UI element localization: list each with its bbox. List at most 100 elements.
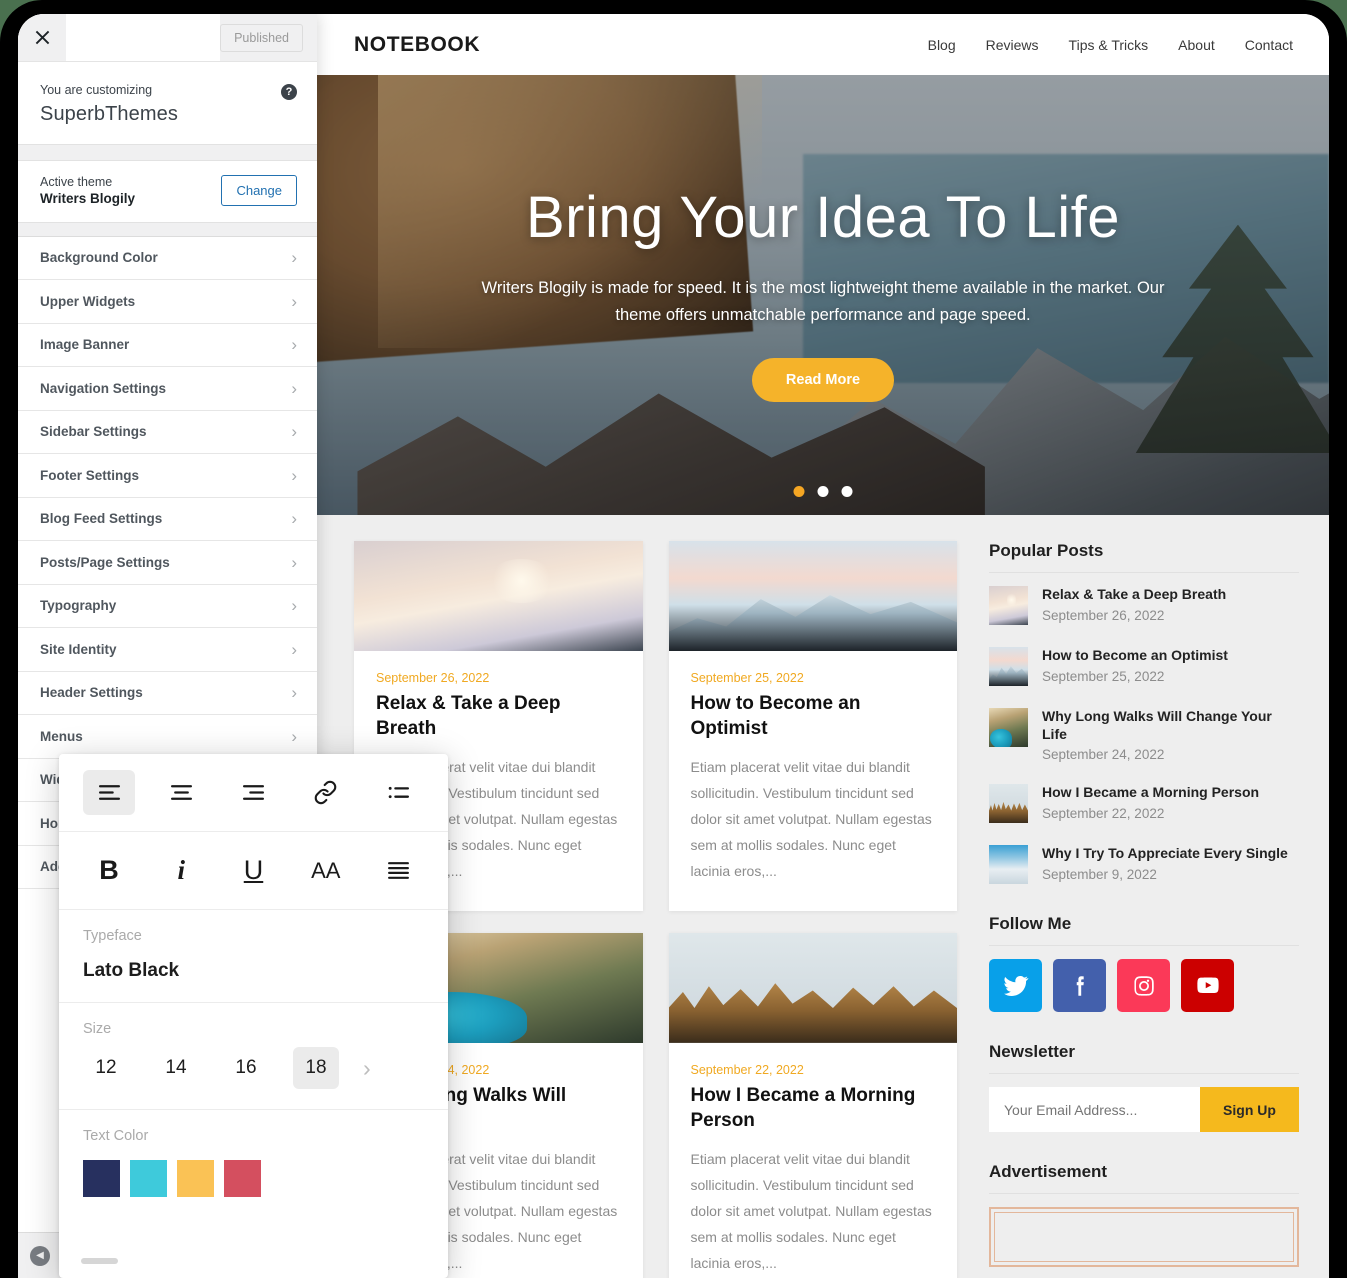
popular-post-title[interactable]: How I Became a Morning Person	[1042, 784, 1259, 802]
twitter-icon[interactable]	[989, 959, 1042, 1012]
size-option-16[interactable]: 16	[223, 1047, 269, 1089]
color-swatch-red[interactable]	[224, 1160, 261, 1197]
popup-scrollbar[interactable]	[81, 1258, 118, 1264]
post-date: September 26, 2022	[376, 671, 490, 685]
popular-post-item[interactable]: Relax & Take a Deep Breath September 26,…	[989, 586, 1299, 625]
sidebar-item-posts-page-settings[interactable]: Posts/Page Settings ›	[18, 541, 317, 585]
popular-post-item[interactable]: Why Long Walks Will Change Your Life Sep…	[989, 708, 1299, 762]
size-next-icon[interactable]: ›	[363, 1055, 371, 1082]
chevron-right-icon: ›	[291, 465, 297, 485]
typeface-value[interactable]: Lato Black	[83, 960, 424, 982]
browser-screen: NOTEBOOK Blog Reviews Tips & Tricks Abou…	[18, 14, 1329, 1278]
size-option-18[interactable]: 18	[293, 1047, 339, 1089]
customizer-header: You are customizing SuperbThemes ?	[18, 62, 317, 145]
sidebar-item-upper-widgets[interactable]: Upper Widgets ›	[18, 280, 317, 324]
color-swatch-cyan[interactable]	[130, 1160, 167, 1197]
size-option-12[interactable]: 12	[83, 1047, 129, 1089]
align-right-icon[interactable]	[228, 770, 280, 815]
line-height-icon[interactable]	[372, 848, 424, 893]
newsletter-email-input[interactable]	[989, 1087, 1200, 1132]
alignment-toolbar	[59, 754, 448, 832]
popular-post-title[interactable]: How to Become an Optimist	[1042, 647, 1228, 665]
text-color-label: Text Color	[83, 1128, 149, 1144]
newsletter-heading: Newsletter	[989, 1042, 1299, 1074]
post-title[interactable]: How to Become an Optimist	[691, 692, 936, 741]
chevron-right-icon: ›	[291, 639, 297, 659]
sidebar-item-sidebar-settings[interactable]: Sidebar Settings ›	[18, 410, 317, 454]
instagram-icon[interactable]	[1117, 959, 1170, 1012]
post-thumbnail	[668, 932, 957, 1043]
follow-me-widget: Follow Me	[989, 914, 1299, 1012]
close-icon[interactable]	[18, 14, 66, 61]
nav-item-blog[interactable]: Blog	[928, 37, 956, 53]
customizer-divider	[18, 144, 317, 161]
popular-post-item[interactable]: How to Become an Optimist September 25, …	[989, 647, 1299, 686]
site-header: NOTEBOOK Blog Reviews Tips & Tricks Abou…	[317, 14, 1329, 75]
popular-post-item[interactable]: How I Became a Morning Person September …	[989, 784, 1299, 823]
post-title[interactable]: How I Became a Morning Person	[691, 1084, 936, 1133]
nav-item-tips-tricks[interactable]: Tips & Tricks	[1069, 37, 1149, 53]
post-card[interactable]: September 25, 2022 How to Become an Opti…	[668, 541, 957, 911]
chevron-right-icon: ›	[291, 596, 297, 616]
help-icon[interactable]: ?	[281, 84, 297, 100]
popular-post-title[interactable]: Relax & Take a Deep Breath	[1042, 586, 1226, 604]
color-swatch-navy[interactable]	[83, 1160, 120, 1197]
change-theme-button[interactable]: Change	[221, 174, 297, 206]
popular-post-item[interactable]: Why I Try To Appreciate Every Single Sep…	[989, 845, 1299, 884]
carousel-dot-2[interactable]	[817, 486, 829, 497]
bullet-list-icon[interactable]	[372, 770, 424, 815]
sidebar-item-blog-feed-settings[interactable]: Blog Feed Settings ›	[18, 497, 317, 541]
link-icon[interactable]	[300, 770, 352, 815]
text-case-icon[interactable]: AA	[300, 848, 352, 893]
sidebar-item-navigation-settings[interactable]: Navigation Settings ›	[18, 367, 317, 411]
device-frame: NOTEBOOK Blog Reviews Tips & Tricks Abou…	[0, 0, 1347, 1278]
sidebar-item-header-settings[interactable]: Header Settings ›	[18, 671, 317, 715]
popular-post-title[interactable]: Why I Try To Appreciate Every Single	[1042, 845, 1288, 863]
post-title[interactable]: Relax & Take a Deep Breath	[376, 692, 621, 741]
format-toolbar: B i U AA	[59, 832, 448, 910]
sidebar-item-footer-settings[interactable]: Footer Settings ›	[18, 454, 317, 498]
site-sidebar: Popular Posts Relax & Take a Deep Breath…	[989, 541, 1299, 1278]
sidebar-item-typography[interactable]: Typography ›	[18, 584, 317, 628]
active-theme-label: Active theme	[40, 174, 113, 189]
nav-item-contact[interactable]: Contact	[1245, 37, 1293, 53]
chevron-right-icon: ›	[291, 683, 297, 703]
carousel-dot-3[interactable]	[841, 486, 853, 497]
newsletter-signup-button[interactable]: Sign Up	[1200, 1087, 1299, 1132]
align-center-icon[interactable]	[155, 770, 207, 815]
chevron-right-icon: ›	[291, 422, 297, 442]
align-left-icon[interactable]	[83, 770, 135, 815]
post-card[interactable]: September 22, 2022 How I Became a Mornin…	[668, 932, 957, 1278]
collapse-sidebar-button[interactable]: ◀	[18, 1233, 62, 1278]
color-swatch-yellow[interactable]	[177, 1160, 214, 1197]
post-thumbnail	[668, 541, 957, 651]
size-option-14[interactable]: 14	[153, 1047, 199, 1089]
italic-icon[interactable]: i	[155, 848, 207, 893]
facebook-icon[interactable]	[1053, 959, 1106, 1012]
nav-item-reviews[interactable]: Reviews	[986, 37, 1039, 53]
size-section: Size 12 14 16 18 ›	[59, 1003, 448, 1110]
sidebar-item-background-color[interactable]: Background Color ›	[18, 236, 317, 280]
sidebar-item-site-identity[interactable]: Site Identity ›	[18, 628, 317, 672]
carousel-dot-1[interactable]	[793, 486, 805, 497]
newsletter-widget: Newsletter Sign Up	[989, 1042, 1299, 1132]
post-date: September 22, 2022	[690, 1062, 804, 1077]
site-logo[interactable]: NOTEBOOK	[354, 33, 480, 57]
hero-read-more-button[interactable]: Read More	[751, 357, 895, 402]
post-date: September 25, 2022	[690, 671, 804, 685]
sidebar-item-menus[interactable]: Menus ›	[18, 715, 317, 759]
bold-icon[interactable]: B	[83, 848, 135, 893]
popular-post-date: September 25, 2022	[1042, 668, 1165, 684]
underline-icon[interactable]: U	[228, 848, 280, 893]
sidebar-item-image-banner[interactable]: Image Banner ›	[18, 323, 317, 367]
active-theme-row: Active theme Writers Blogily Change	[18, 161, 317, 223]
site-navigation: Blog Reviews Tips & Tricks About Contact	[928, 37, 1293, 53]
popular-post-title[interactable]: Why Long Walks Will Change Your Life	[1042, 708, 1299, 743]
nav-item-about[interactable]: About	[1178, 37, 1215, 53]
advertisement-box[interactable]	[989, 1207, 1299, 1267]
youtube-icon[interactable]	[1181, 959, 1234, 1012]
popular-post-thumbnail	[989, 708, 1028, 747]
site-main-area: September 26, 2022 Relax & Take a Deep B…	[317, 515, 1329, 1278]
advertisement-widget: Advertisement	[989, 1162, 1299, 1267]
published-button[interactable]: Published	[220, 23, 303, 52]
